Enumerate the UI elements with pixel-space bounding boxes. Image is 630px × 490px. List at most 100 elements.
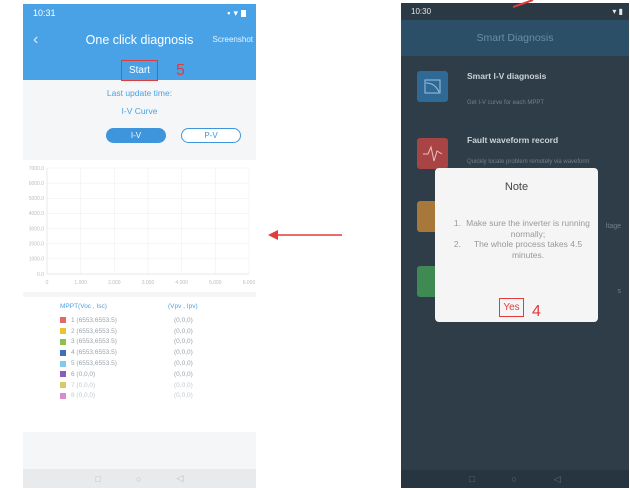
curve-toggle-group: I-V P-V xyxy=(23,128,256,143)
legend-mppt-value: 7 (0,0,0) xyxy=(71,381,96,389)
status-icons: ▪ ▾ xyxy=(227,8,246,19)
legend-vi-value: (0,0,0) xyxy=(174,316,193,324)
legend-col-vi: (Vpv , Ipv) xyxy=(168,303,198,310)
legend-swatch xyxy=(60,371,66,378)
pv-toggle-button[interactable]: P-V xyxy=(181,128,241,143)
legend-vi-value: (0,0,0) xyxy=(174,349,193,357)
x-tick-label: 2.000 xyxy=(108,280,121,286)
app-header: ‹ One click diagnosis Screenshot xyxy=(23,22,256,58)
dialog-title: Note xyxy=(504,181,529,193)
legend-swatch xyxy=(60,360,66,367)
legend-vi-value: (0,0,0) xyxy=(174,338,193,346)
legend-row: 1 (6553,6553.5) (0,0,0) xyxy=(60,315,256,326)
dialog-item-num: 2. xyxy=(453,239,461,249)
status-time-right: 10:30 xyxy=(411,7,432,16)
status-bar: 10:31 ▪ ▾ xyxy=(23,4,256,22)
legend-rows: 1 (6553,6553.5) (0,0,0) 2 (6553,6553.5) (0,… xyxy=(60,315,256,401)
iv-chart: 7000.0 6000.0 5000.0 4000.0 3000.0 2000.0 1000… xyxy=(23,160,256,292)
y-tick-label: 3000.0 xyxy=(29,226,45,232)
start-button[interactable]: Start xyxy=(120,59,159,81)
legend-mppt-value: 3 (6553,6553.5) xyxy=(71,338,117,346)
legend-mppt-value: 2 (6553,6553.5) xyxy=(71,327,117,335)
x-tick-label: 3.000 xyxy=(142,280,155,286)
y-tick-label: 0.0 xyxy=(37,272,44,278)
legend-row: 7 (0,0,0) (0,0,0) xyxy=(60,380,256,391)
legend-swatch xyxy=(60,338,66,345)
legend-swatch xyxy=(60,382,66,389)
legend-mppt-value: 4 (6553,6553.5) xyxy=(71,349,117,357)
step-callout-4: 4 xyxy=(532,303,541,320)
mppt-legend: MPPT(Voc , Isc) (Vpv , Ipv) 1 (6553,6553… xyxy=(23,297,256,432)
legend-swatch xyxy=(60,328,66,335)
recent-apps-icon[interactable]: □ xyxy=(469,474,474,484)
legend-row: 4 (6553,6553.5) (0,0,0) xyxy=(60,347,256,358)
legend-swatch xyxy=(60,317,66,324)
x-tick-label: 4.000 xyxy=(175,280,188,286)
back-nav-icon[interactable]: ◁ xyxy=(554,474,561,485)
y-tick-label: 2000.0 xyxy=(29,242,45,248)
legend-col-mppt: MPPT(Voc , Isc) xyxy=(60,303,107,310)
legend-row: 8 (0,0,0) (0,0,0) xyxy=(60,391,256,402)
screenshot-button[interactable]: Screenshot xyxy=(213,35,253,44)
legend-mppt-value: 1 (6553,6553.5) xyxy=(71,316,117,324)
yes-button[interactable]: Yes xyxy=(499,298,524,317)
legend-vi-value: (0,0,0) xyxy=(174,327,193,335)
dialog-item: 2. The whole process takes 4.5 minutes. xyxy=(449,239,591,260)
step-callout-5: 5 xyxy=(176,62,185,79)
legend-mppt-value: 6 (0,0,0) xyxy=(71,370,96,378)
one-click-diagnosis-screen: 10:31 ▪ ▾ ‹ One click diagnosis Screensh… xyxy=(23,4,256,488)
smart-diagnosis-header: Smart Diagnosis xyxy=(401,20,629,56)
menu-item-title: Smart I-V diagnosis xyxy=(467,71,547,81)
battery-icon xyxy=(241,9,246,17)
dialog-item-text: Make sure the inverter is running normal… xyxy=(466,218,590,239)
android-nav-bar: □ ○ ◁ xyxy=(23,469,256,488)
flow-arrow-top-icon xyxy=(513,0,534,8)
y-tick-label: 6000.0 xyxy=(29,181,45,187)
dialog-item-text: The whole process takes 4.5 minutes. xyxy=(473,239,583,260)
menu-item-desc: Get I-V curve for each MPPT xyxy=(467,100,545,106)
legend-vi-value: (0,0,0) xyxy=(174,381,193,389)
menu-item-side-text: ltage xyxy=(605,223,621,230)
x-tick-label: 6.000 xyxy=(243,280,256,286)
dialog-items: 1. Make sure the inverter is running nor… xyxy=(449,218,591,260)
wifi-icon: ▾ xyxy=(233,7,238,18)
y-tick-label: 5000.0 xyxy=(29,196,45,202)
x-tick-label: 1.000 xyxy=(74,280,87,286)
menu-item-title: Fault waveform record xyxy=(467,135,559,145)
x-tick-label: 5.000 xyxy=(209,280,222,286)
y-tick-label: 7000.0 xyxy=(29,166,45,172)
legend-mppt-value: 8 (0,0,0) xyxy=(71,392,96,400)
notification-icon: ▪ xyxy=(227,8,231,18)
legend-vi-value: (0,0,0) xyxy=(174,360,193,368)
legend-vi-value: (0,0,0) xyxy=(174,370,193,378)
menu-item-side-text: s xyxy=(617,288,622,295)
dialog-item-num: 1. xyxy=(453,218,461,228)
start-bar: Start xyxy=(23,58,256,81)
legend-row: 2 (6553,6553.5) (0,0,0) xyxy=(60,326,256,337)
home-icon[interactable]: ○ xyxy=(512,474,517,484)
legend-vi-value: (0,0,0) xyxy=(174,392,193,400)
status-time: 10:31 xyxy=(33,8,56,18)
legend-mppt-value: 5 (6553,6553.5) xyxy=(71,360,117,368)
flow-arrow-icon xyxy=(268,228,344,247)
iv-chart-svg: 7000.0 6000.0 5000.0 4000.0 3000.0 2000.0 1000… xyxy=(29,166,256,286)
legend-row: 5 (6553,6553.5) (0,0,0) xyxy=(60,358,256,369)
recent-apps-icon[interactable]: □ xyxy=(96,474,101,484)
menu-item-iv-diagnosis[interactable]: Smart I-V diagnosis Get I-V curve for ea… xyxy=(401,60,629,122)
y-tick-label: 4000.0 xyxy=(29,211,45,217)
y-tick-label: 1000.0 xyxy=(29,257,45,263)
menu-item-desc: Quickly locate problem remotely via wave… xyxy=(467,159,590,165)
iv-toggle-button[interactable]: I-V xyxy=(106,128,166,143)
android-nav-bar-right: □ ○ ◁ xyxy=(401,470,629,488)
waveform-icon xyxy=(417,138,448,169)
curve-label: I-V Curve xyxy=(121,106,158,116)
status-icons-right: ▾ ▮ xyxy=(612,7,623,16)
tutorial-composite: 10:31 ▪ ▾ ‹ One click diagnosis Screensh… xyxy=(0,0,630,490)
dialog-item: 1. Make sure the inverter is running nor… xyxy=(449,218,591,239)
last-update-label: Last update time: xyxy=(106,88,173,98)
legend-row: 6 (0,0,0) (0,0,0) xyxy=(60,369,256,380)
legend-swatch xyxy=(60,392,66,399)
home-icon[interactable]: ○ xyxy=(136,474,141,484)
x-tick-label: 0 xyxy=(46,280,49,286)
back-nav-icon[interactable]: ◁ xyxy=(177,473,184,484)
